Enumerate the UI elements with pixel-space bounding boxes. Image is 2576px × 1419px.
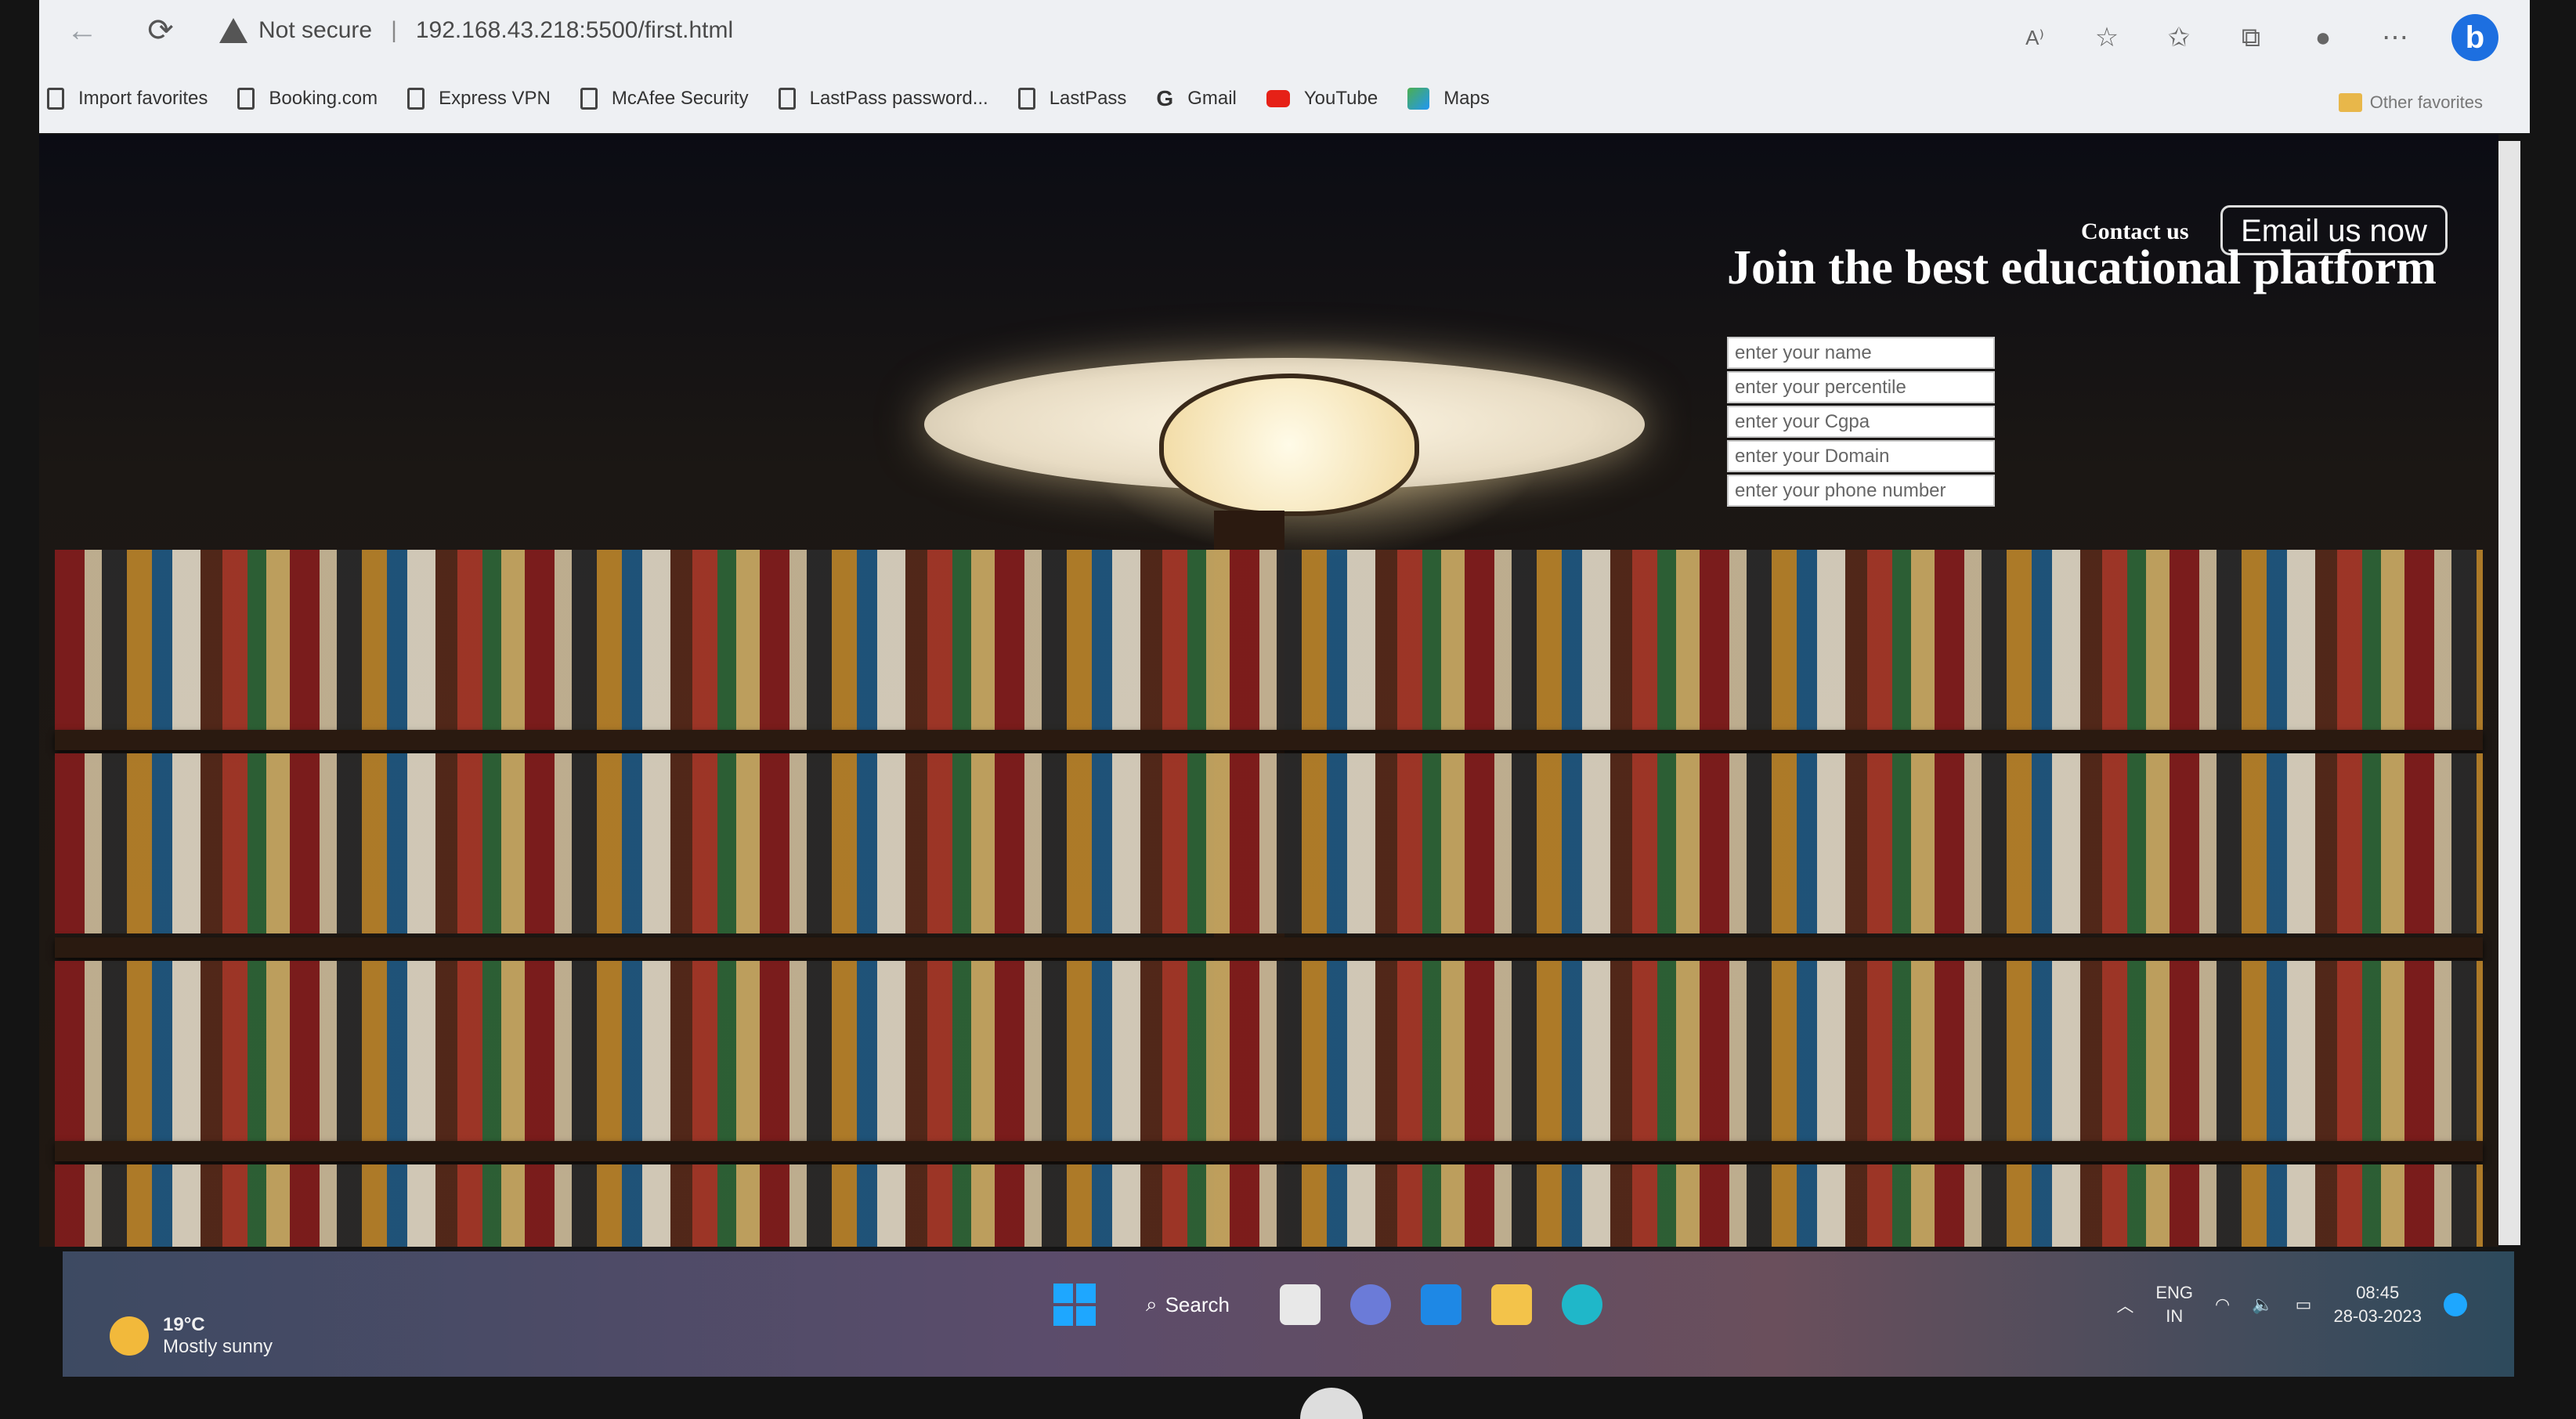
phone-input[interactable] xyxy=(1727,475,1995,507)
other-favorites[interactable]: Other favorites xyxy=(2338,92,2483,113)
weather-desc: Mostly sunny xyxy=(163,1336,273,1357)
chat-icon[interactable] xyxy=(1349,1284,1391,1325)
bookmark-youtube[interactable]: YouTube xyxy=(1266,88,1378,110)
edge-icon[interactable] xyxy=(1561,1284,1602,1325)
google-icon: G xyxy=(1156,86,1174,110)
collections-icon[interactable]: ⧉ xyxy=(2235,22,2267,53)
back-icon[interactable]: ← xyxy=(63,11,102,50)
page-icon xyxy=(580,88,598,110)
more-icon[interactable]: ⋯ xyxy=(2379,22,2411,53)
page-icon xyxy=(407,88,425,110)
other-favorites-label: Other favorites xyxy=(2369,92,2483,112)
book-row xyxy=(55,961,2483,1141)
shelf-board xyxy=(55,1141,2483,1161)
bookmarks-bar: Import favorites Booking.com Express VPN… xyxy=(39,66,2530,132)
url-text[interactable]: 192.168.43.218:5500/first.html xyxy=(416,17,733,44)
bookmark-label: LastPass password... xyxy=(809,88,988,109)
page-scrollbar[interactable] xyxy=(2498,141,2520,1245)
address-separator: | xyxy=(391,17,397,43)
name-input[interactable] xyxy=(1727,337,1995,369)
file-explorer-icon[interactable] xyxy=(1490,1284,1532,1325)
search-label: Search xyxy=(1165,1292,1230,1316)
domain-input[interactable] xyxy=(1727,440,1995,472)
bookmark-express-vpn[interactable]: Express VPN xyxy=(407,88,551,110)
add-favorite-icon[interactable]: ☆ xyxy=(2091,22,2123,53)
bookmark-label: Import favorites xyxy=(78,88,208,109)
browser-chrome: ← ⟳ Not secure | 192.168.43.218:5500/fir… xyxy=(39,0,2530,133)
lang-line-1: ENG xyxy=(2155,1283,2194,1302)
refresh-icon[interactable]: ⟳ xyxy=(141,11,180,50)
favorites-icon[interactable]: ✩ xyxy=(2163,22,2195,53)
address-bar[interactable]: Not secure | 192.168.43.218:5500/first.h… xyxy=(219,8,1316,53)
bookmark-label: Maps xyxy=(1443,88,1490,109)
import-icon xyxy=(47,88,64,110)
bookmark-label: YouTube xyxy=(1303,88,1378,109)
taskbar-apps: ⌕ Search xyxy=(1053,1281,1602,1328)
shelf-board xyxy=(55,730,2483,750)
security-label[interactable]: Not secure xyxy=(258,17,372,44)
clock[interactable]: 08:45 28-03-2023 xyxy=(2333,1281,2422,1328)
youtube-icon xyxy=(1266,90,1290,107)
bookmark-label: LastPass xyxy=(1049,88,1127,109)
taskbar-search[interactable]: ⌕ Search xyxy=(1125,1281,1250,1328)
read-aloud-icon[interactable]: A⁾ xyxy=(2019,22,2050,53)
language-indicator[interactable]: ENG IN xyxy=(2155,1281,2193,1328)
bookmark-mcafee[interactable]: McAfee Security xyxy=(580,88,749,110)
book-row xyxy=(55,753,2483,933)
address-row: ← ⟳ Not secure | 192.168.43.218:5500/fir… xyxy=(39,0,2530,63)
signup-form xyxy=(1727,337,1995,509)
wifi-icon[interactable]: ◠ xyxy=(2215,1294,2230,1315)
bookmark-import-favorites[interactable]: Import favorites xyxy=(47,88,208,110)
chevron-up-icon[interactable]: ︿ xyxy=(2116,1292,2133,1317)
book-row xyxy=(55,550,2483,730)
page-icon xyxy=(237,88,255,110)
bookmark-lastpass-password[interactable]: LastPass password... xyxy=(778,88,988,110)
weather-widget[interactable]: 19°C Mostly sunny xyxy=(110,1314,273,1358)
lang-line-2: IN xyxy=(2166,1306,2184,1326)
maps-icon xyxy=(1407,88,1430,110)
windows-taskbar: 19°C Mostly sunny ⌕ Search ︿ ENG IN ◠ 🔈 … xyxy=(63,1251,2514,1377)
clock-date: 28-03-2023 xyxy=(2333,1306,2422,1326)
page-title: Join the best educational platform xyxy=(1727,241,2437,294)
bookmark-booking[interactable]: Booking.com xyxy=(237,88,378,110)
bookmark-label: Gmail xyxy=(1187,88,1237,109)
battery-icon[interactable]: ▭ xyxy=(2296,1294,2312,1315)
sun-icon xyxy=(110,1316,149,1356)
bookmark-maps[interactable]: Maps xyxy=(1407,88,1490,110)
percentile-input[interactable] xyxy=(1727,371,1995,403)
bookmark-label: Express VPN xyxy=(439,88,551,109)
search-icon: ⌕ xyxy=(1146,1292,1158,1316)
task-view-icon[interactable] xyxy=(1279,1284,1321,1325)
page-icon xyxy=(1017,88,1035,110)
windows-start-icon[interactable] xyxy=(1053,1284,1096,1326)
page-icon xyxy=(778,88,796,110)
folder-icon xyxy=(2338,93,2362,112)
shelf-board xyxy=(55,937,2483,958)
bookmark-label: Booking.com xyxy=(269,88,378,109)
clock-time: 08:45 xyxy=(2356,1283,2400,1302)
lamp-bulb xyxy=(1159,374,1419,516)
book-row xyxy=(55,1164,2483,1247)
cgpa-input[interactable] xyxy=(1727,406,1995,438)
warning-icon xyxy=(219,18,247,43)
bookmark-lastpass[interactable]: LastPass xyxy=(1017,88,1127,110)
profile-icon[interactable]: ● xyxy=(2307,22,2339,53)
bing-icon[interactable]: b xyxy=(2451,14,2498,61)
bookmark-label: McAfee Security xyxy=(611,88,749,109)
notification-icon[interactable] xyxy=(2444,1293,2467,1316)
toolbar-icons: A⁾ ☆ ✩ ⧉ ● ⋯ b xyxy=(2019,14,2498,61)
system-tray: ︿ ENG IN ◠ 🔈 ▭ 08:45 28-03-2023 xyxy=(2116,1281,2467,1328)
volume-icon[interactable]: 🔈 xyxy=(2252,1294,2273,1315)
weather-temp: 19°C xyxy=(163,1314,205,1335)
vscode-icon[interactable] xyxy=(1420,1284,1461,1325)
web-page: Contact us Email us now Join the best ed… xyxy=(39,135,2498,1247)
bookshelf-background xyxy=(55,511,2483,1247)
bookmark-gmail[interactable]: G Gmail xyxy=(1156,86,1236,111)
laptop-logo xyxy=(1300,1388,1363,1419)
